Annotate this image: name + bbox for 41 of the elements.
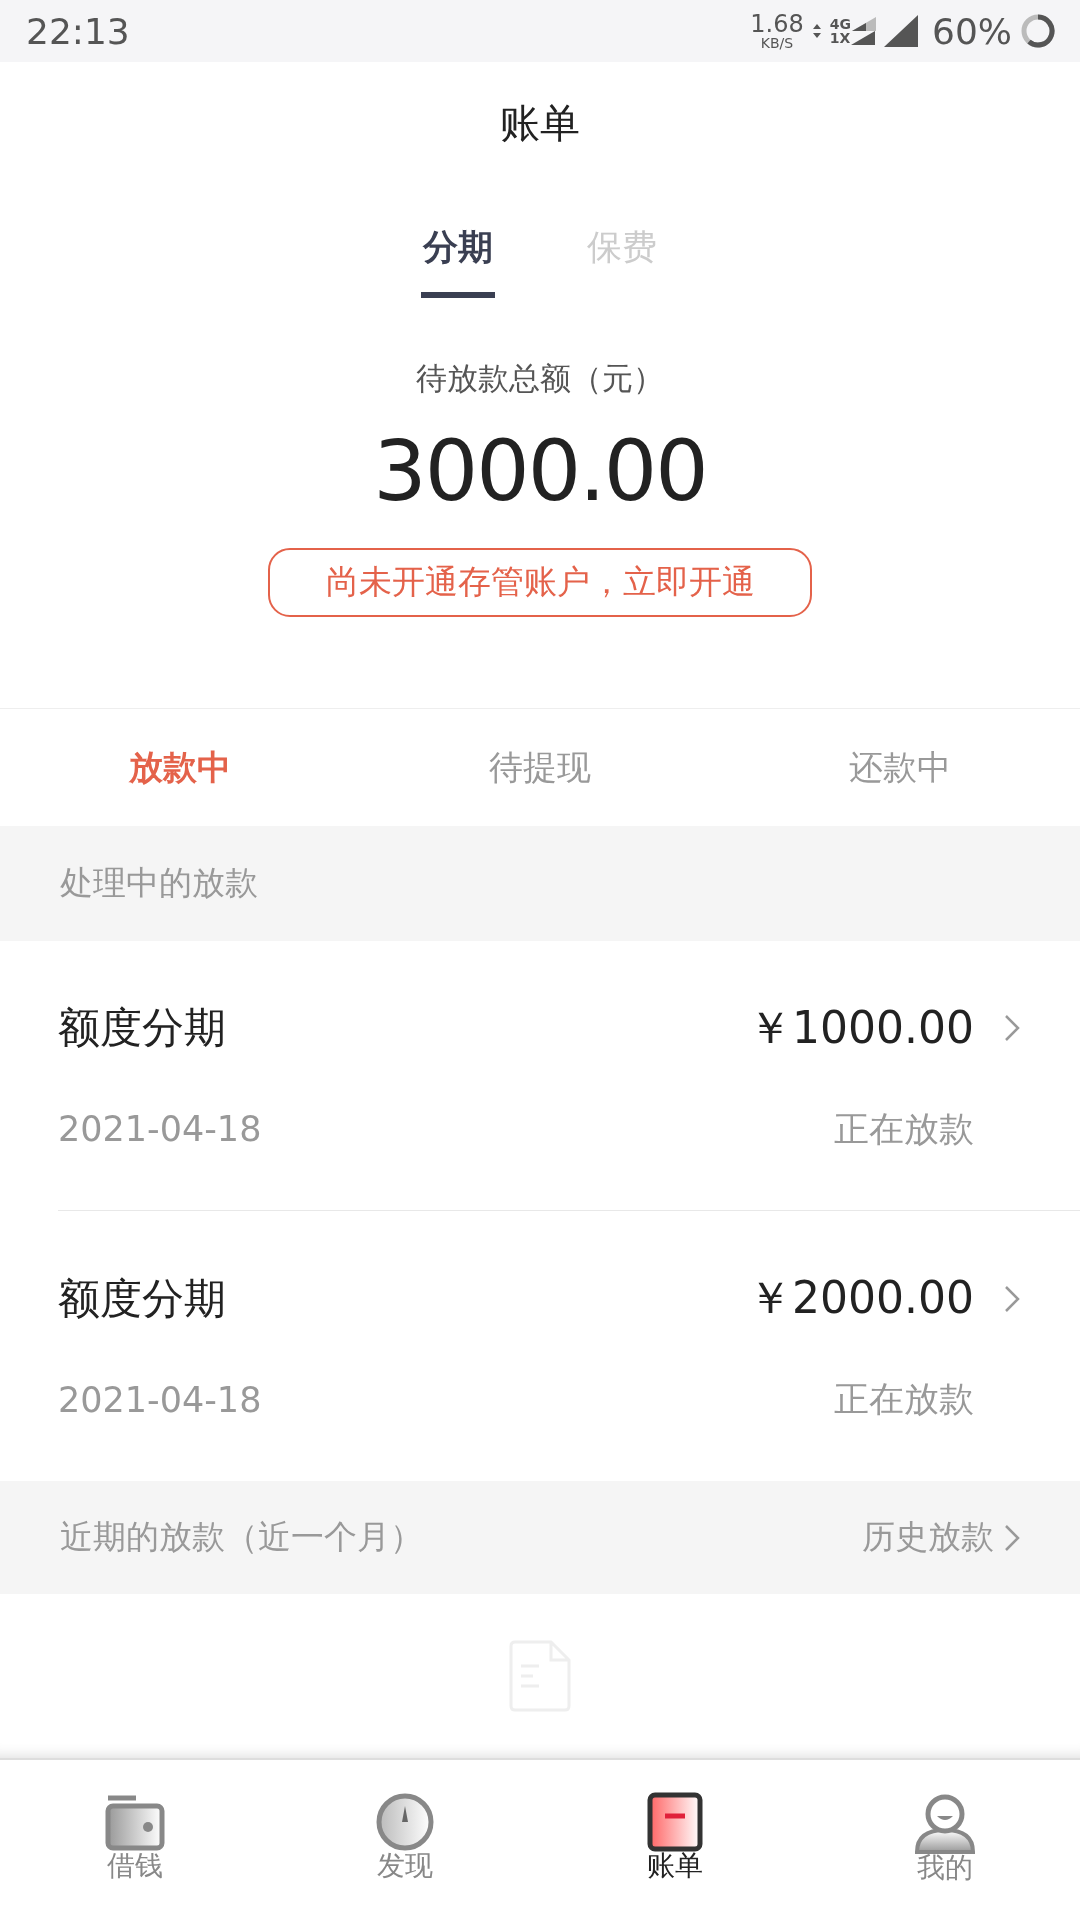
clock: 22:13 [26, 10, 130, 52]
item-amount: ￥2000.00 [748, 1271, 974, 1325]
tab[interactable]: 放款中 [0, 709, 360, 826]
nav-item[interactable]: 发现 [270, 1760, 540, 1920]
chevron-icon [1004, 1523, 1020, 1552]
loan-item[interactable]: 额度分期 ￥1000.00 2021-04-18 正在放款 [58, 941, 1080, 1211]
tab[interactable]: 待提现 [360, 709, 720, 826]
data-arrows-icon [811, 22, 822, 40]
nav-item[interactable]: 我的 [810, 1760, 1080, 1920]
tab[interactable]: 分期 [421, 224, 495, 298]
item-status: 正在放款 [834, 1107, 974, 1151]
item-title: 额度分期 [58, 1002, 226, 1054]
section-title: 处理中的放款 [60, 862, 258, 904]
loan-item[interactable]: 额度分期 ￥2000.00 2021-04-18 正在放款 [58, 1211, 1080, 1481]
network-speed: 1.68 [750, 12, 804, 36]
page-title: 账单 [499, 99, 581, 148]
battery-ring-icon [1020, 13, 1056, 49]
item-date: 2021-04-18 [58, 1109, 262, 1149]
signal-icon [884, 15, 918, 47]
network-type: 1X [829, 31, 851, 45]
item-title: 额度分期 [58, 1272, 226, 1325]
speed-unit: KB/S [760, 36, 794, 50]
battery-percent: 60% [932, 10, 1012, 52]
item-amount: ￥1000.00 [748, 1000, 974, 1055]
nav-item[interactable]: 借钱 [0, 1760, 270, 1920]
chevron-icon [1004, 1284, 1020, 1313]
tab[interactable]: 还款中 [720, 709, 1080, 826]
item-status: 正在放款 [834, 1378, 974, 1421]
compass-icon [375, 1792, 435, 1852]
history-link[interactable]: 历史放款 [862, 1515, 994, 1560]
network-type: 4G [829, 17, 851, 31]
person-icon [914, 1792, 976, 1854]
item-date: 2021-04-18 [58, 1379, 262, 1420]
nav-item[interactable]: 账单 [540, 1760, 810, 1920]
section-title: 近期的放款（近一个月） [60, 1516, 423, 1558]
chevron-icon [1004, 1014, 1020, 1042]
total-label: 待放款总额（元） [416, 359, 664, 398]
open-account-button[interactable]: 尚未开通存管账户，立即开通 [268, 548, 812, 617]
signal-icon [852, 17, 876, 31]
total-amount: 3000.00 [373, 422, 707, 520]
bill-icon [647, 1792, 703, 1852]
